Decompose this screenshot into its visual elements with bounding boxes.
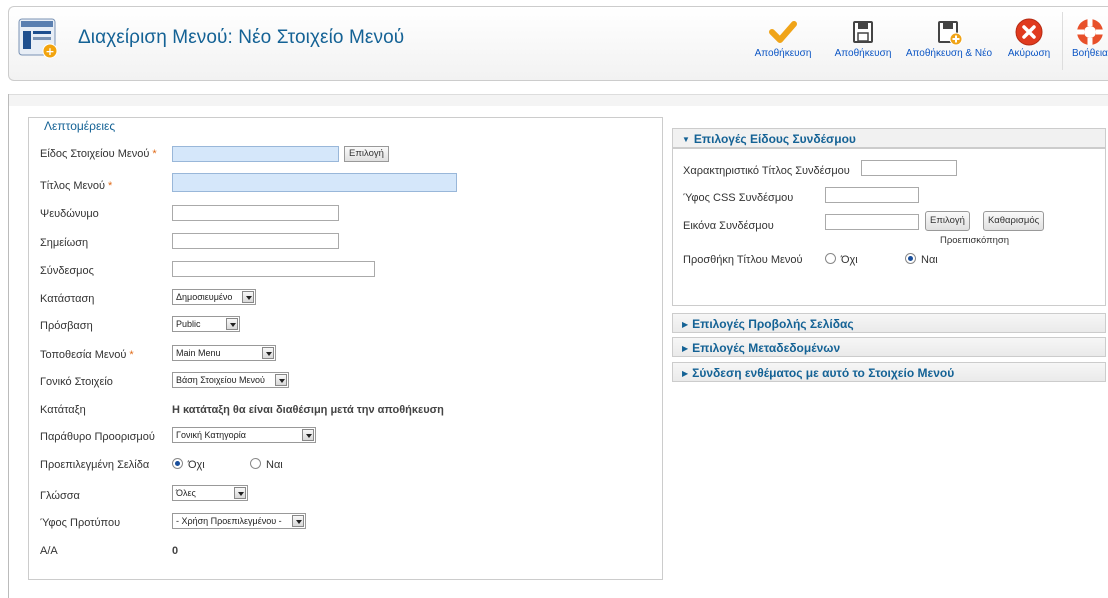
default-no-label: Όχι — [188, 459, 205, 471]
title-attr-label: Χαρακτηριστικό Τίτλος Συνδέσμου — [683, 165, 850, 177]
title-attr-field[interactable] — [861, 160, 957, 176]
ordering-label: Κατάταξη — [40, 404, 86, 416]
title-field[interactable] — [172, 173, 457, 192]
content-left-border — [8, 94, 9, 598]
toolbar-divider — [1062, 12, 1063, 70]
access-select[interactable]: Public — [172, 316, 240, 332]
page-display-options-header[interactable]: ▶ Επιλογές Προβολής Σελίδας — [672, 313, 1106, 333]
default-yes-radio[interactable] — [250, 458, 261, 469]
chevron-down-icon — [292, 515, 304, 527]
save-label: Αποθήκευση — [754, 48, 812, 59]
alias-label: Ψευδώνυμο — [40, 208, 99, 220]
help-button[interactable]: Βοήθεια — [1066, 16, 1108, 59]
cancel-label: Ακύρωση — [1007, 48, 1051, 59]
type-select-button[interactable]: Επιλογή — [344, 146, 389, 162]
cancel-icon — [1015, 18, 1043, 46]
status-label: Κατάσταση — [40, 293, 95, 305]
menu-location-select[interactable]: Main Menu — [172, 345, 276, 361]
save-button[interactable]: Αποθήκευση — [748, 16, 818, 59]
checkmark-icon — [769, 21, 797, 43]
content-top-band — [8, 94, 1108, 106]
target-window-select[interactable]: Γονική Κατηγορία — [172, 427, 316, 443]
triangle-right-icon: ▶ — [682, 369, 689, 378]
image-field[interactable] — [825, 214, 919, 230]
cancel-button[interactable]: Ακύρωση — [1004, 16, 1054, 59]
title-label: Τίτλος Μενού * — [40, 180, 113, 192]
add-title-yes-label: Ναι — [921, 254, 938, 266]
chevron-down-icon — [234, 487, 246, 499]
alias-field[interactable] — [172, 205, 339, 221]
help-label: Βοήθεια — [1072, 48, 1108, 59]
note-label: Σημείωση — [40, 237, 89, 249]
chevron-down-icon — [275, 374, 287, 386]
language-select[interactable]: Όλες — [172, 485, 248, 501]
template-style-select[interactable]: - Χρήση Προεπιλεγμένου - — [172, 513, 306, 529]
template-style-label: Ύφος Προτύπου — [40, 517, 121, 529]
parent-select[interactable]: Βάση Στοιχείου Μενού — [172, 372, 289, 388]
chevron-down-icon — [262, 347, 274, 359]
save-close-label: Αποθήκευση — [834, 48, 892, 59]
link-field[interactable] — [172, 261, 375, 277]
image-label: Εικόνα Συνδέσμου — [683, 220, 774, 232]
menu-item-new-icon: + — [18, 18, 58, 59]
id-label: Α/Α — [40, 545, 58, 557]
chevron-down-icon — [302, 429, 314, 441]
css-field[interactable] — [825, 187, 919, 203]
note-field[interactable] — [172, 233, 339, 249]
css-label: Ύφος CSS Συνδέσμου — [683, 192, 794, 204]
save-close-button[interactable]: Αποθήκευση — [828, 16, 898, 59]
link-options-header[interactable]: ▼ Επιλογές Είδους Συνδέσμου — [672, 128, 1106, 148]
chevron-down-icon — [242, 291, 254, 303]
add-title-no-radio[interactable] — [825, 253, 836, 264]
details-legend: Λεπτομέρειες — [40, 119, 120, 133]
save-new-label: Αποθήκευση & Νέο — [905, 48, 993, 59]
add-title-label: Προσθήκη Τίτλου Μενού — [683, 254, 803, 266]
add-title-yes-radio[interactable] — [905, 253, 916, 264]
triangle-right-icon: ▶ — [682, 344, 689, 353]
triangle-down-icon: ▼ — [682, 135, 690, 144]
target-window-label: Παράθυρο Προορισμού — [40, 431, 155, 443]
type-label: Είδος Στοιχείου Μενού * — [40, 148, 157, 160]
parent-label: Γονικό Στοιχείο — [40, 376, 113, 388]
access-label: Πρόσβαση — [40, 320, 93, 332]
module-assignment-header[interactable]: ▶ Σύνδεση ενθέματος με αυτό το Στοιχείο Μ… — [672, 362, 1106, 382]
floppy-new-icon — [938, 21, 963, 46]
id-value: 0 — [172, 545, 179, 557]
default-yes-label: Ναι — [266, 459, 283, 471]
image-select-button[interactable]: Επιλογή — [925, 211, 970, 231]
ordering-value: Η κατάταξη θα είναι διαθέσιμη μετά την α… — [172, 404, 444, 416]
page-title: Διαχείριση Μενού: Νέο Στοιχείο Μενού — [78, 27, 405, 48]
add-title-no-label: Όχι — [841, 254, 858, 266]
metadata-options-header[interactable]: ▶ Επιλογές Μεταδεδομένων — [672, 337, 1106, 357]
status-select[interactable]: Δημοσιευμένο — [172, 289, 256, 305]
language-label: Γλώσσα — [40, 490, 80, 502]
lifebuoy-icon — [1077, 19, 1103, 45]
default-no-radio[interactable] — [172, 458, 183, 469]
default-page-label: Προεπιλεγμένη Σελίδα — [40, 459, 150, 471]
type-field[interactable] — [172, 146, 339, 162]
chevron-down-icon — [226, 318, 238, 330]
triangle-right-icon: ▶ — [682, 320, 689, 329]
save-new-button[interactable]: Αποθήκευση & Νέο — [903, 16, 995, 59]
floppy-icon — [853, 21, 873, 43]
svg-text:+: + — [45, 45, 54, 58]
image-clear-button[interactable]: Καθαρισμός — [983, 211, 1045, 231]
image-preview-label: Προεπισκόπηση — [940, 235, 1010, 246]
link-label: Σύνδεσμος — [40, 265, 94, 277]
menu-location-label: Τοποθεσία Μενού * — [40, 349, 134, 361]
